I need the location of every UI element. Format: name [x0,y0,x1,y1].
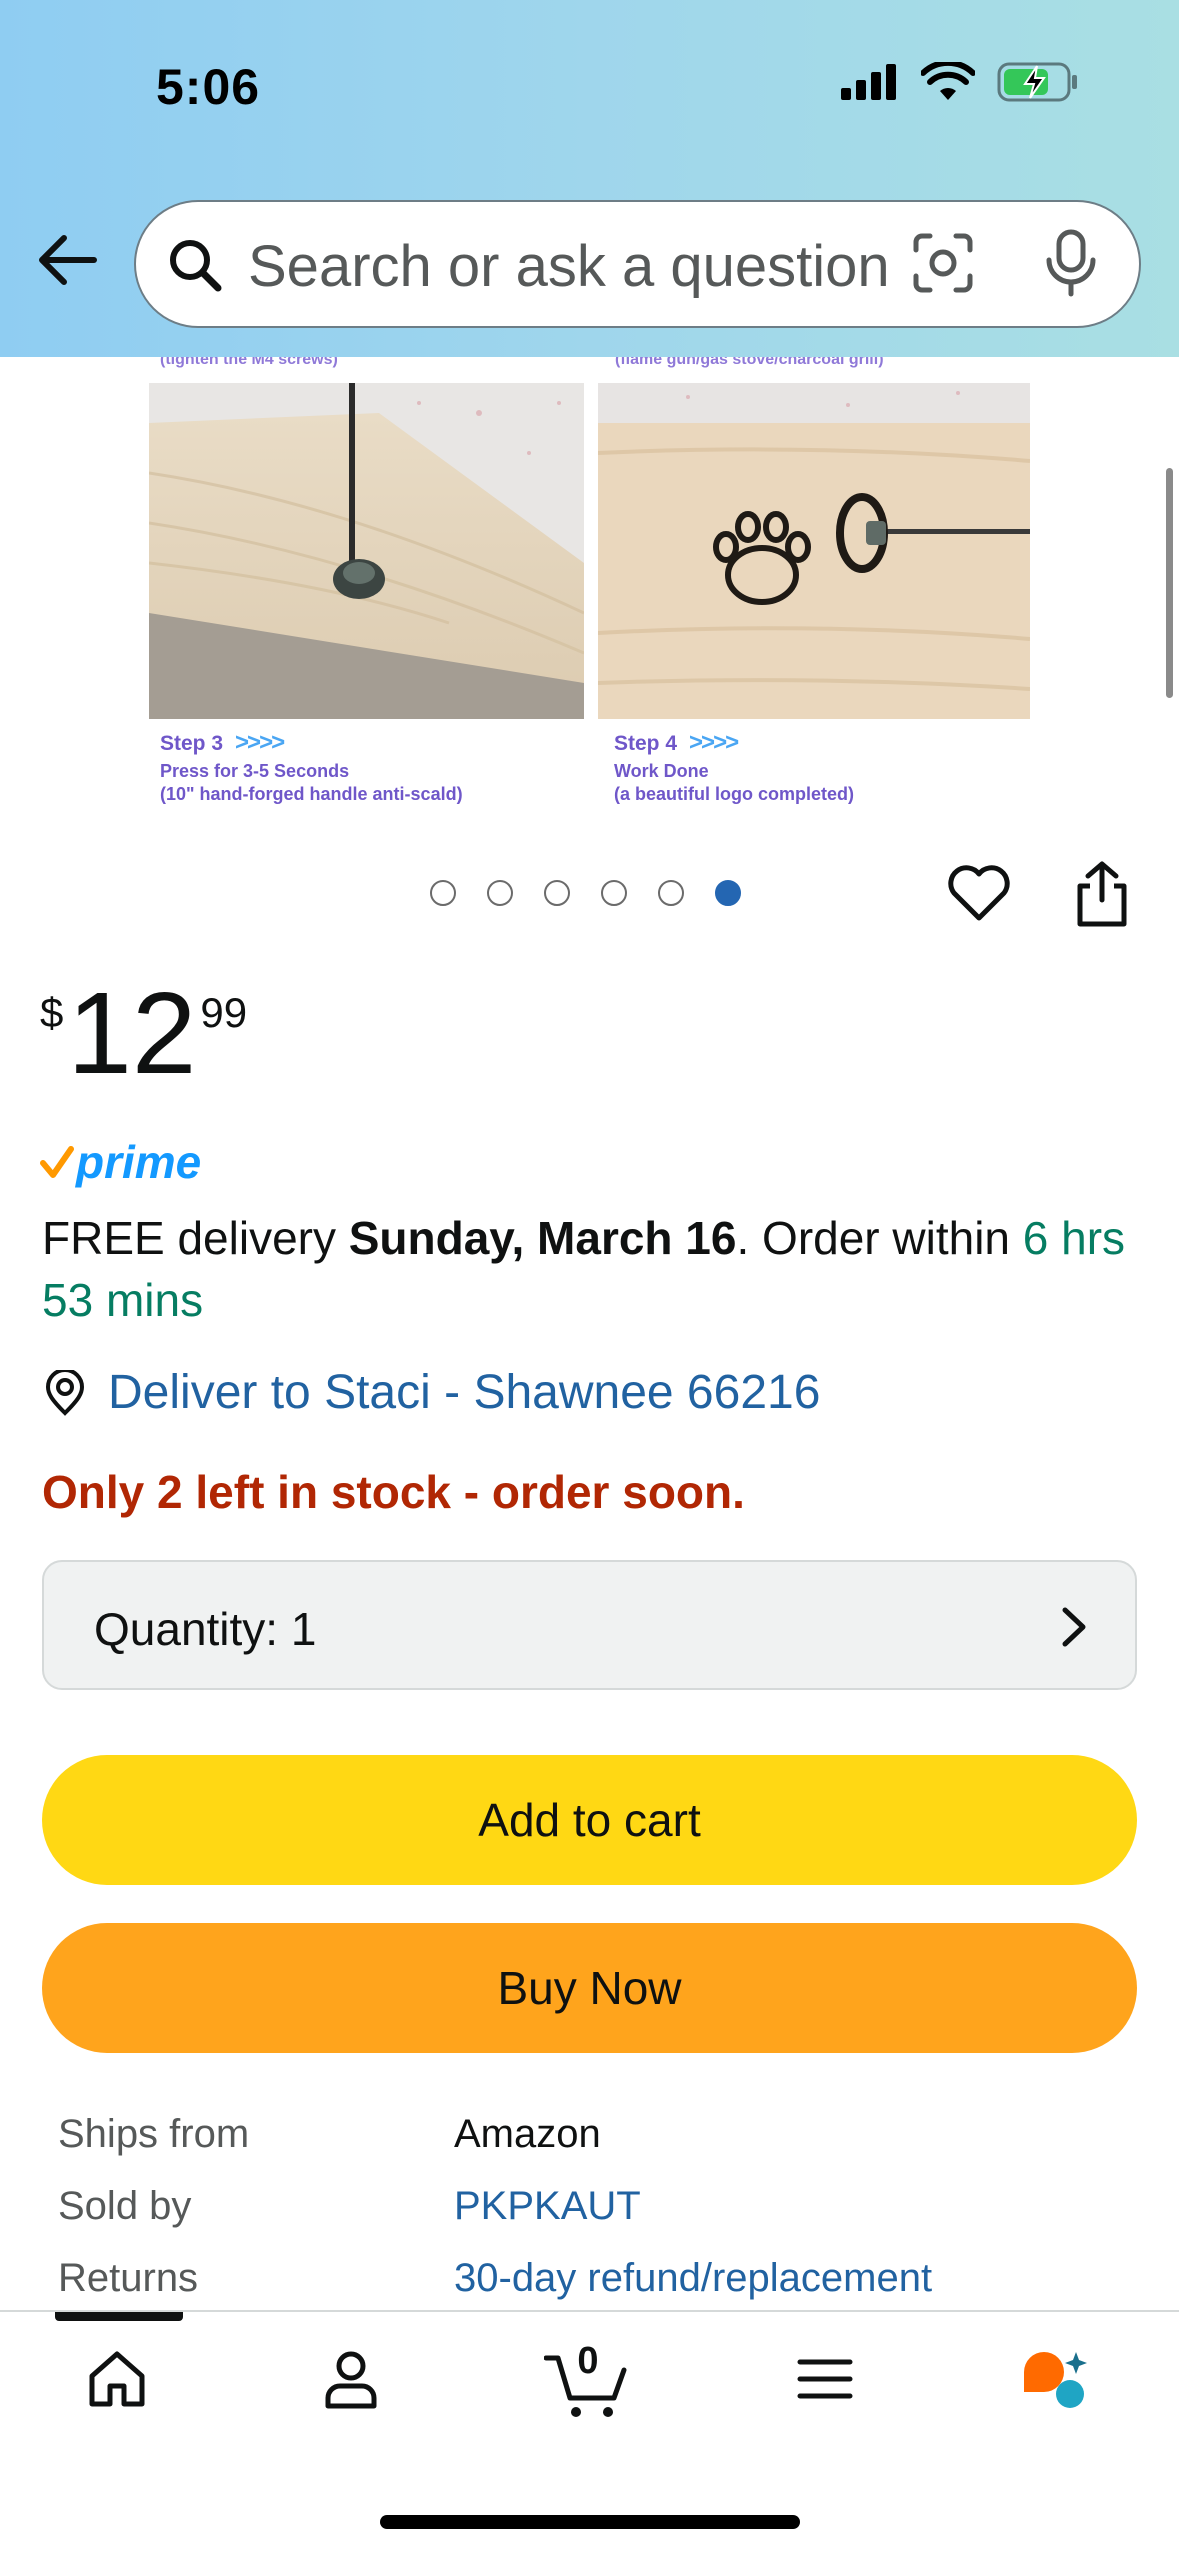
deliver-to-text[interactable]: Deliver to Staci - Shawnee 66216 [108,1365,820,1420]
returns-label: Returns [58,2256,199,2300]
image-caption-top-right: (flame gun/gas stove/charcoal grill) [615,357,884,368]
buy-now-button[interactable]: Buy Now [42,1923,1137,2053]
scroll-indicator [1166,468,1173,698]
returns-link[interactable]: 30-day refund/replacement [454,2256,932,2301]
microphone-icon[interactable] [1041,228,1101,298]
carousel-dot[interactable] [658,880,684,906]
delivery-mid: . Order within [736,1212,1023,1264]
prime-check-icon [40,1146,74,1178]
step4-title: Step 4 >>>> [614,729,739,756]
add-to-list-button[interactable] [946,862,1012,929]
prime-badge: prime [40,1135,201,1189]
menu-icon [797,2359,853,2399]
stock-message: Only 2 left in stock - order soon. [42,1466,745,1518]
quantity-selector[interactable]: Quantity: 1 [42,1560,1137,1690]
tab-cart[interactable]: 0 [543,2340,632,2427]
search-input[interactable] [248,230,1008,302]
carousel-dot[interactable] [487,880,513,906]
step3-title: Step 3 >>>> [160,729,285,756]
price: $ 12 99 [40,975,247,1091]
add-to-cart-button[interactable]: Add to cart [42,1755,1137,1885]
tab-account[interactable] [320,2348,382,2415]
step4-line1: Work Done [614,761,709,781]
home-indicator [380,2515,800,2529]
battery-charging-icon [997,62,1077,102]
status-time: 5:06 [156,59,261,115]
tab-home[interactable] [86,2348,148,2415]
home-icon [89,2351,145,2407]
chevron-right-icon [1062,1607,1086,1647]
price-whole: 12 [67,968,197,1098]
deliver-to-link[interactable]: Deliver to Staci - Shawnee 66216 [42,1365,820,1420]
user-icon [325,2351,377,2409]
cart-count: 0 [577,2340,599,2382]
delivery-date: Sunday, March 16 [348,1212,737,1264]
quantity-value: 1 [290,1603,317,1655]
ships-from-label: Ships from [58,2112,250,2156]
carousel-dot[interactable] [544,880,570,906]
step3-line2: (10" hand-forged handle anti-scald) [160,784,463,804]
step4-line2: (a beautiful logo completed) [614,784,855,804]
carousel-dot[interactable] [601,880,627,906]
carousel-dot-active[interactable] [715,880,741,906]
tab-rufus-assistant[interactable] [1020,2348,1096,2417]
sold-by-label: Sold by [58,2184,192,2228]
ships-from-value: Amazon [454,2112,601,2156]
status-icons [841,62,1079,102]
step4-photo [598,383,1030,719]
price-symbol: $ [40,989,64,1036]
delivery-prefix: FREE delivery [42,1212,349,1264]
camera-lens-icon[interactable] [912,232,974,294]
step3-photo [149,383,584,719]
price-fraction: 99 [200,989,248,1036]
tab-menu[interactable] [794,2348,856,2415]
cellular-signal-icon [841,64,896,100]
search-bar[interactable] [134,200,1141,328]
quantity-label: Quantity: 1 [94,1603,317,1655]
wifi-icon [921,62,975,100]
share-button[interactable] [1072,860,1132,933]
back-button[interactable] [36,228,100,292]
rufus-assistant-icon [1024,2352,1087,2408]
heart-icon [948,865,1010,921]
location-pin-icon [45,1369,85,1416]
sold-by-link[interactable]: PKPKAUT [454,2184,641,2229]
active-tab-indicator [55,2312,183,2321]
product-image-carousel[interactable]: (tighten the M4 screws) (flame gun/gas s… [0,357,1179,832]
prime-label: prime [76,1136,202,1188]
delivery-info: FREE delivery Sunday, March 16. Order wi… [42,1207,1142,1331]
carousel-dots[interactable] [430,880,741,906]
carousel-dot[interactable] [430,880,456,906]
step3-line1: Press for 3-5 Seconds [160,761,350,781]
image-caption-top-left: (tighten the M4 screws) [160,357,338,368]
share-icon [1077,861,1127,927]
back-arrow-icon [39,235,97,285]
app-header: 5:06 [0,0,1179,357]
search-icon [170,240,222,292]
